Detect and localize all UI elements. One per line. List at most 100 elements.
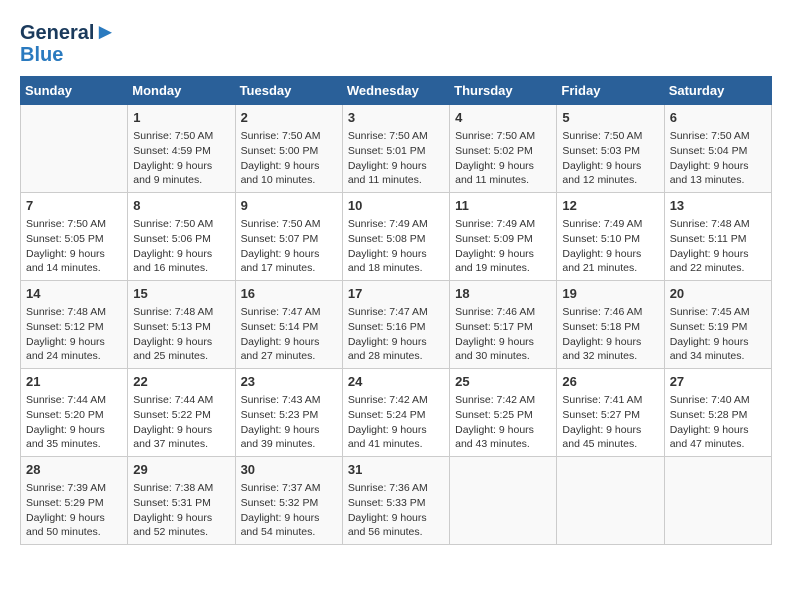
- logo-text: General► Blue: [20, 20, 116, 66]
- day-cell: 19 Sunrise: 7:46 AMSunset: 5:18 PMDayligh…: [557, 281, 664, 369]
- day-cell: [557, 456, 664, 544]
- day-number: 2: [241, 109, 337, 127]
- week-row-3: 14 Sunrise: 7:48 AMSunset: 5:12 PMDayligh…: [21, 281, 772, 369]
- day-info: Sunrise: 7:48 AMSunset: 5:11 PMDaylight:…: [670, 217, 766, 276]
- day-info: Sunrise: 7:38 AMSunset: 5:31 PMDaylight:…: [133, 481, 229, 540]
- day-cell: 23 Sunrise: 7:43 AMSunset: 5:23 PMDayligh…: [235, 369, 342, 457]
- day-number: 25: [455, 373, 551, 391]
- day-info: Sunrise: 7:40 AMSunset: 5:28 PMDaylight:…: [670, 393, 766, 452]
- day-number: 30: [241, 461, 337, 479]
- day-info: Sunrise: 7:42 AMSunset: 5:25 PMDaylight:…: [455, 393, 551, 452]
- header-cell-monday: Monday: [128, 77, 235, 105]
- header-cell-sunday: Sunday: [21, 77, 128, 105]
- day-number: 10: [348, 197, 444, 215]
- day-cell: 5Sunrise: 7:50 AMSunset: 5:03 PMDaylight…: [557, 105, 664, 193]
- day-info: Sunrise: 7:45 AMSunset: 5:19 PMDaylight:…: [670, 305, 766, 364]
- day-number: 9: [241, 197, 337, 215]
- day-info: Sunrise: 7:46 AMSunset: 5:17 PMDaylight:…: [455, 305, 551, 364]
- day-info: Sunrise: 7:36 AMSunset: 5:33 PMDaylight:…: [348, 481, 444, 540]
- day-cell: 29Sunrise: 7:38 AMSunset: 5:31 PMDayligh…: [128, 456, 235, 544]
- page-header: General► Blue: [20, 20, 772, 66]
- day-info: Sunrise: 7:49 AMSunset: 5:09 PMDaylight:…: [455, 217, 551, 276]
- day-cell: 18 Sunrise: 7:46 AMSunset: 5:17 PMDayligh…: [450, 281, 557, 369]
- day-info: Sunrise: 7:48 AMSunset: 5:13 PMDaylight:…: [133, 305, 229, 364]
- day-info: Sunrise: 7:41 AMSunset: 5:27 PMDaylight:…: [562, 393, 658, 452]
- day-info: Sunrise: 7:46 AMSunset: 5:18 PMDaylight:…: [562, 305, 658, 364]
- day-cell: 3 Sunrise: 7:50 AMSunset: 5:01 PMDaylight…: [342, 105, 449, 193]
- week-row-4: 21Sunrise: 7:44 AMSunset: 5:20 PMDayligh…: [21, 369, 772, 457]
- day-number: 21: [26, 373, 122, 391]
- header-cell-thursday: Thursday: [450, 77, 557, 105]
- day-info: Sunrise: 7:47 AMSunset: 5:14 PMDaylight:…: [241, 305, 337, 364]
- day-cell: 10 Sunrise: 7:49 AMSunset: 5:08 PMDayligh…: [342, 193, 449, 281]
- day-cell: 24 Sunrise: 7:42 AMSunset: 5:24 PMDayligh…: [342, 369, 449, 457]
- day-cell: 20 Sunrise: 7:45 AMSunset: 5:19 PMDayligh…: [664, 281, 771, 369]
- day-info: Sunrise: 7:50 AMSunset: 5:03 PMDaylight:…: [562, 129, 658, 188]
- day-info: Sunrise: 7:50 AMSunset: 5:04 PMDaylight:…: [670, 129, 766, 188]
- day-number: 19: [562, 285, 658, 303]
- day-cell: 2 Sunrise: 7:50 AMSunset: 5:00 PMDaylight…: [235, 105, 342, 193]
- day-info: Sunrise: 7:42 AMSunset: 5:24 PMDaylight:…: [348, 393, 444, 452]
- day-cell: 21Sunrise: 7:44 AMSunset: 5:20 PMDayligh…: [21, 369, 128, 457]
- week-row-5: 28 Sunrise: 7:39 AMSunset: 5:29 PMDayligh…: [21, 456, 772, 544]
- day-number: 24: [348, 373, 444, 391]
- day-number: 11: [455, 197, 551, 215]
- day-info: Sunrise: 7:47 AMSunset: 5:16 PMDaylight:…: [348, 305, 444, 364]
- day-number: 3: [348, 109, 444, 127]
- header-cell-friday: Friday: [557, 77, 664, 105]
- day-cell: 11 Sunrise: 7:49 AMSunset: 5:09 PMDayligh…: [450, 193, 557, 281]
- day-number: 6: [670, 109, 766, 127]
- day-info: Sunrise: 7:43 AMSunset: 5:23 PMDaylight:…: [241, 393, 337, 452]
- header-cell-tuesday: Tuesday: [235, 77, 342, 105]
- day-info: Sunrise: 7:50 AMSunset: 5:02 PMDaylight:…: [455, 129, 551, 188]
- day-info: Sunrise: 7:49 AMSunset: 5:10 PMDaylight:…: [562, 217, 658, 276]
- calendar-table: SundayMondayTuesdayWednesdayThursdayFrid…: [20, 76, 772, 545]
- day-cell: 17 Sunrise: 7:47 AMSunset: 5:16 PMDayligh…: [342, 281, 449, 369]
- day-info: Sunrise: 7:44 AMSunset: 5:22 PMDaylight:…: [133, 393, 229, 452]
- day-cell: 30 Sunrise: 7:37 AMSunset: 5:32 PMDayligh…: [235, 456, 342, 544]
- day-cell: 13 Sunrise: 7:48 AMSunset: 5:11 PMDayligh…: [664, 193, 771, 281]
- day-cell: 28 Sunrise: 7:39 AMSunset: 5:29 PMDayligh…: [21, 456, 128, 544]
- day-number: 20: [670, 285, 766, 303]
- day-number: 31: [348, 461, 444, 479]
- day-number: 26: [562, 373, 658, 391]
- day-number: 13: [670, 197, 766, 215]
- header-row: SundayMondayTuesdayWednesdayThursdayFrid…: [21, 77, 772, 105]
- day-number: 1: [133, 109, 229, 127]
- day-info: Sunrise: 7:50 AMSunset: 5:06 PMDaylight:…: [133, 217, 229, 276]
- header-cell-saturday: Saturday: [664, 77, 771, 105]
- day-info: Sunrise: 7:49 AMSunset: 5:08 PMDaylight:…: [348, 217, 444, 276]
- day-cell: 15Sunrise: 7:48 AMSunset: 5:13 PMDayligh…: [128, 281, 235, 369]
- header-cell-wednesday: Wednesday: [342, 77, 449, 105]
- logo: General► Blue: [20, 20, 116, 66]
- day-number: 14: [26, 285, 122, 303]
- day-cell: 4 Sunrise: 7:50 AMSunset: 5:02 PMDaylight…: [450, 105, 557, 193]
- day-info: Sunrise: 7:50 AMSunset: 5:00 PMDaylight:…: [241, 129, 337, 188]
- day-number: 7: [26, 197, 122, 215]
- day-number: 17: [348, 285, 444, 303]
- day-cell: 22 Sunrise: 7:44 AMSunset: 5:22 PMDayligh…: [128, 369, 235, 457]
- day-cell: 12 Sunrise: 7:49 AMSunset: 5:10 PMDayligh…: [557, 193, 664, 281]
- day-number: 16: [241, 285, 337, 303]
- day-info: Sunrise: 7:48 AMSunset: 5:12 PMDaylight:…: [26, 305, 122, 364]
- day-cell: 26 Sunrise: 7:41 AMSunset: 5:27 PMDayligh…: [557, 369, 664, 457]
- day-cell: 7Sunrise: 7:50 AMSunset: 5:05 PMDaylight…: [21, 193, 128, 281]
- day-cell: 6 Sunrise: 7:50 AMSunset: 5:04 PMDaylight…: [664, 105, 771, 193]
- day-number: 28: [26, 461, 122, 479]
- day-cell: 27Sunrise: 7:40 AMSunset: 5:28 PMDayligh…: [664, 369, 771, 457]
- day-info: Sunrise: 7:39 AMSunset: 5:29 PMDaylight:…: [26, 481, 122, 540]
- day-info: Sunrise: 7:50 AMSunset: 5:07 PMDaylight:…: [241, 217, 337, 276]
- day-cell: [21, 105, 128, 193]
- day-info: Sunrise: 7:50 AMSunset: 4:59 PMDaylight:…: [133, 129, 229, 188]
- day-cell: 16 Sunrise: 7:47 AMSunset: 5:14 PMDayligh…: [235, 281, 342, 369]
- day-number: 4: [455, 109, 551, 127]
- day-number: 12: [562, 197, 658, 215]
- day-info: Sunrise: 7:50 AMSunset: 5:01 PMDaylight:…: [348, 129, 444, 188]
- week-row-1: 1 Sunrise: 7:50 AMSunset: 4:59 PMDaylight…: [21, 105, 772, 193]
- day-number: 18: [455, 285, 551, 303]
- day-info: Sunrise: 7:37 AMSunset: 5:32 PMDaylight:…: [241, 481, 337, 540]
- day-number: 22: [133, 373, 229, 391]
- day-number: 23: [241, 373, 337, 391]
- week-row-2: 7Sunrise: 7:50 AMSunset: 5:05 PMDaylight…: [21, 193, 772, 281]
- day-cell: 1 Sunrise: 7:50 AMSunset: 4:59 PMDaylight…: [128, 105, 235, 193]
